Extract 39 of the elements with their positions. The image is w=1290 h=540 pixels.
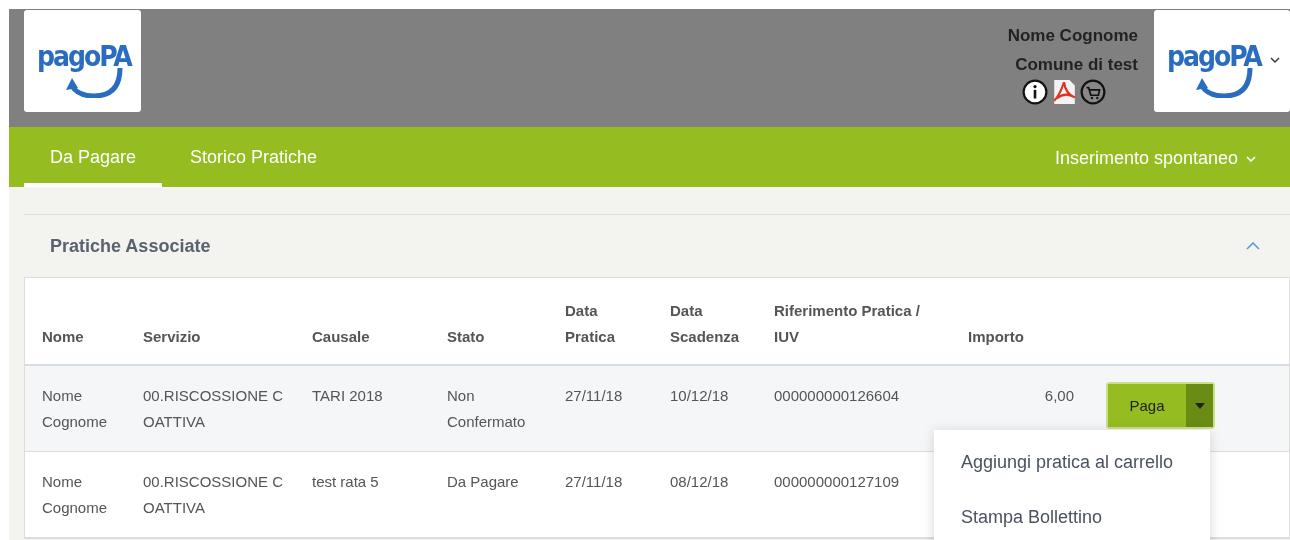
table-cell-text: Da Pagare [447,472,520,492]
user-menu-button[interactable]: pagoPA [1154,10,1290,112]
column-header: Causale [312,327,371,347]
chevron-down-icon [1246,155,1256,162]
organization-name: Comune di test [1015,54,1138,76]
pagopa-logo: pagoPA [24,10,141,112]
table-cell-text: Non Confermato [447,386,527,432]
column-header: Stato [447,327,486,347]
column-header: Data Scadenza [670,301,741,347]
table-cell-text: Nome Cognome [42,472,109,518]
caret-icon [1194,402,1205,409]
user-name: Nome Cognome [1007,25,1138,47]
table-cell-text: 10/12/18 [670,386,730,406]
menu-item[interactable]: Aggiungi pratica al carrello [961,452,1210,473]
table-cell-text: 27/11/18 [565,472,624,492]
column-header: Data Pratica [565,301,617,347]
column-header: Riferimento Pratica / IUV [774,301,921,347]
table-cell-text: 27/11/18 [565,386,624,406]
collapse-icon[interactable] [1246,242,1260,250]
info-icon[interactable] [1022,79,1048,105]
column-header: Nome [42,327,85,347]
table-cell-text: 000000000127109 [774,472,901,492]
table-cell-text: test rata 5 [312,472,380,492]
table-cell-text: 00.RISCOSSIONE C OATTIVA [143,472,285,518]
column-header: Servizio [143,327,202,347]
column-header: Importo [968,327,1025,347]
table-cell-text: 000000000126604 [774,386,901,406]
pdf-icon[interactable] [1051,79,1077,105]
table-cell-text: TARI 2018 [312,386,384,406]
dropdown-toggle[interactable] [1186,384,1213,427]
chevron-down-icon [1270,57,1280,63]
cart-icon[interactable] [1080,79,1106,105]
table-cell-text: 08/12/18 [670,472,730,492]
table-cell-text: 6,00 [1043,386,1074,406]
table-cell-text: Nome Cognome [42,386,109,432]
panel-title: Pratiche Associate [50,235,211,257]
pay-button[interactable]: Paga [1108,384,1186,427]
menu-item[interactable]: Stampa Bollettino [961,507,1210,528]
table-cell-text: 00.RISCOSSIONE C OATTIVA [143,386,285,432]
